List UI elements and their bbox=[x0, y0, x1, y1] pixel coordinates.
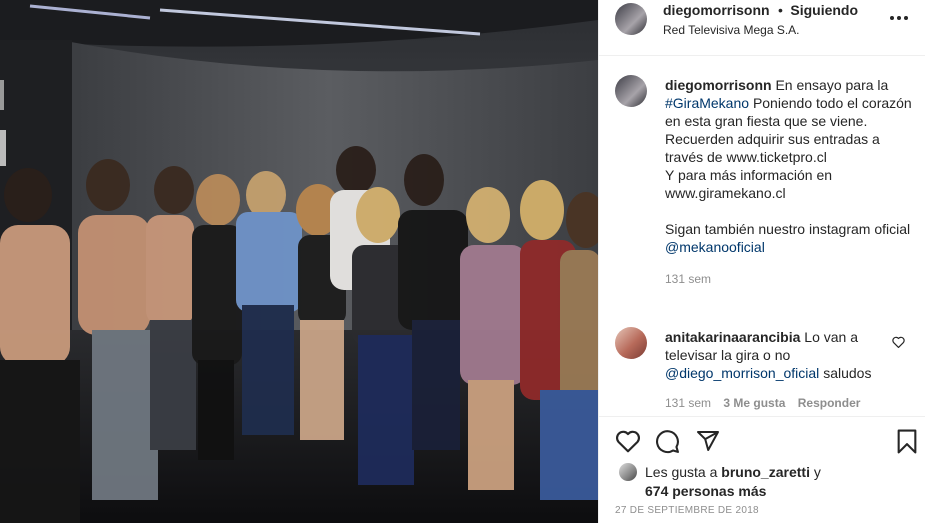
following-button[interactable]: Siguiendo bbox=[790, 2, 858, 18]
more-options-icon[interactable] bbox=[890, 11, 914, 25]
caption-line-4: Y para más información en www.giramekano… bbox=[665, 167, 833, 201]
comments-section: diegomorrisonn En ensayo para la #GiraMe… bbox=[599, 56, 925, 416]
post-details-panel: diegomorrisonn • Siguiendo Red Televisiv… bbox=[598, 0, 925, 523]
caption-text-1: En ensayo para la bbox=[775, 77, 889, 93]
caption-mention-link[interactable]: @mekanooficial bbox=[665, 239, 765, 255]
caption-hashtag-link[interactable]: #GiraMekano bbox=[665, 95, 749, 111]
caption: diegomorrisonn En ensayo para la #GiraMe… bbox=[665, 76, 915, 288]
post-actions: Les gusta a bruno_zaretti y 674 personas… bbox=[599, 416, 925, 523]
caption-timestamp[interactable]: 131 sem bbox=[665, 270, 915, 288]
post-location[interactable]: Red Televisiva Mega S.A. bbox=[663, 23, 800, 37]
bookmark-icon[interactable] bbox=[896, 429, 918, 454]
post-photo-illustration bbox=[0, 0, 598, 523]
comment-reply-button[interactable]: Responder bbox=[798, 396, 861, 410]
post-photo[interactable] bbox=[0, 0, 598, 523]
comment-like-heart-icon[interactable] bbox=[892, 336, 905, 348]
header-line: diegomorrisonn • Siguiendo bbox=[663, 2, 858, 20]
comment-timestamp[interactable]: 131 sem bbox=[665, 396, 711, 410]
comment: anitakarinaarancibia Lo van a televisar … bbox=[665, 328, 895, 382]
comment-icon[interactable] bbox=[655, 429, 680, 454]
liker-avatar[interactable] bbox=[619, 463, 637, 481]
author-username[interactable]: diegomorrisonn bbox=[663, 2, 770, 18]
post-date[interactable]: 27 DE SEPTIEMBRE DE 2018 bbox=[615, 505, 759, 516]
liker-username[interactable]: bruno_zaretti bbox=[721, 464, 810, 480]
likes-others-count[interactable]: 674 personas más bbox=[645, 483, 766, 499]
heart-icon[interactable] bbox=[615, 429, 641, 453]
likes-prefix: Les gusta a bbox=[645, 464, 718, 480]
author-avatar[interactable] bbox=[615, 3, 647, 35]
header-separator: • bbox=[778, 2, 783, 18]
likes-connector: y bbox=[813, 464, 821, 480]
comment-text-after: saludos bbox=[823, 365, 872, 381]
caption-author-username[interactable]: diegomorrisonn bbox=[665, 77, 772, 93]
post-header: diegomorrisonn • Siguiendo Red Televisiv… bbox=[599, 0, 925, 56]
commenter-username[interactable]: anitakarinaarancibia bbox=[665, 329, 800, 345]
comment-meta: 131 sem 3 Me gusta Responder bbox=[665, 396, 860, 410]
caption-author-avatar[interactable] bbox=[615, 75, 647, 107]
commenter-avatar[interactable] bbox=[615, 327, 647, 359]
likes-summary: Les gusta a bruno_zaretti y 674 personas… bbox=[645, 463, 821, 501]
comment-likes-count[interactable]: 3 Me gusta bbox=[723, 396, 785, 410]
caption-line-3: Recuerden adquirir sus entradas a través… bbox=[665, 131, 880, 165]
share-icon[interactable] bbox=[696, 429, 720, 453]
caption-line-5: Sigan también nuestro instagram oficial bbox=[665, 221, 911, 237]
comment-mention-link[interactable]: @diego_morrison_oficial bbox=[665, 365, 819, 381]
